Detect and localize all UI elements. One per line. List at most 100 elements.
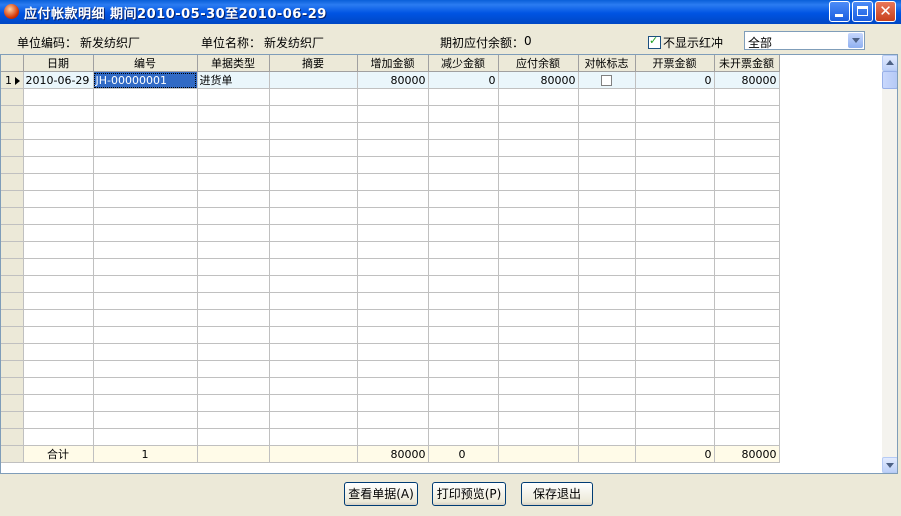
empty-cell[interactable] [635, 394, 715, 412]
empty-cell[interactable] [197, 292, 270, 310]
empty-cell[interactable] [357, 394, 429, 412]
empty-cell[interactable] [197, 156, 270, 174]
row-indicator[interactable] [1, 156, 24, 174]
empty-cell[interactable] [635, 377, 715, 395]
empty-cell[interactable] [428, 258, 499, 276]
empty-cell[interactable] [635, 292, 715, 310]
empty-cell[interactable] [93, 377, 198, 395]
row-indicator[interactable] [1, 275, 24, 293]
empty-cell[interactable] [635, 326, 715, 344]
empty-row[interactable] [1, 88, 780, 106]
empty-cell[interactable] [23, 156, 94, 174]
empty-cell[interactable] [23, 258, 94, 276]
empty-cell[interactable] [269, 105, 358, 123]
row-indicator[interactable] [1, 326, 24, 344]
cell-date[interactable]: 2010-06-29 [23, 71, 94, 89]
detail-grid[interactable]: 日期 编号 单据类型 摘要 增加金额 减少金额 应付余额 对帐标志 开票金额 未… [0, 54, 898, 474]
empty-cell[interactable] [578, 292, 636, 310]
empty-cell[interactable] [197, 411, 270, 429]
empty-cell[interactable] [635, 139, 715, 157]
empty-cell[interactable] [578, 258, 636, 276]
empty-cell[interactable] [428, 377, 499, 395]
empty-cell[interactable] [23, 122, 94, 140]
view-document-button[interactable]: 查看单据(A) [344, 482, 418, 506]
row-indicator[interactable] [1, 309, 24, 327]
empty-row[interactable] [1, 207, 780, 225]
empty-cell[interactable] [428, 122, 499, 140]
empty-cell[interactable] [578, 105, 636, 123]
empty-cell[interactable] [635, 275, 715, 293]
empty-cell[interactable] [269, 241, 358, 259]
empty-cell[interactable] [578, 411, 636, 429]
empty-cell[interactable] [357, 122, 429, 140]
empty-cell[interactable] [269, 343, 358, 361]
minimize-button[interactable] [829, 1, 850, 22]
empty-cell[interactable] [197, 326, 270, 344]
empty-cell[interactable] [578, 377, 636, 395]
empty-cell[interactable] [197, 190, 270, 208]
empty-cell[interactable] [197, 309, 270, 327]
empty-cell[interactable] [714, 377, 780, 395]
empty-cell[interactable] [714, 309, 780, 327]
empty-cell[interactable] [93, 88, 198, 106]
empty-cell[interactable] [93, 139, 198, 157]
empty-cell[interactable] [635, 309, 715, 327]
empty-cell[interactable] [197, 139, 270, 157]
empty-cell[interactable] [197, 224, 270, 242]
empty-row[interactable] [1, 173, 780, 191]
empty-cell[interactable] [635, 241, 715, 259]
empty-cell[interactable] [714, 122, 780, 140]
cell-doc-type[interactable]: 进货单 [197, 71, 270, 89]
empty-cell[interactable] [197, 377, 270, 395]
empty-cell[interactable] [197, 88, 270, 106]
empty-cell[interactable] [428, 411, 499, 429]
empty-cell[interactable] [93, 275, 198, 293]
empty-cell[interactable] [635, 190, 715, 208]
empty-cell[interactable] [498, 122, 579, 140]
empty-cell[interactable] [197, 105, 270, 123]
empty-cell[interactable] [578, 190, 636, 208]
empty-row[interactable] [1, 411, 780, 429]
empty-cell[interactable] [428, 173, 499, 191]
empty-cell[interactable] [23, 275, 94, 293]
empty-cell[interactable] [498, 411, 579, 429]
empty-cell[interactable] [714, 139, 780, 157]
empty-cell[interactable] [357, 190, 429, 208]
empty-cell[interactable] [93, 343, 198, 361]
empty-cell[interactable] [714, 173, 780, 191]
row-indicator[interactable] [1, 428, 24, 446]
empty-cell[interactable] [498, 394, 579, 412]
reconciled-checkbox[interactable] [601, 74, 612, 86]
cell-uninvoiced[interactable]: 80000 [714, 71, 780, 89]
empty-cell[interactable] [93, 411, 198, 429]
empty-cell[interactable] [635, 173, 715, 191]
empty-cell[interactable] [23, 292, 94, 310]
empty-cell[interactable] [269, 224, 358, 242]
cell-invoiced[interactable]: 0 [635, 71, 715, 89]
empty-cell[interactable] [269, 122, 358, 140]
empty-cell[interactable] [23, 207, 94, 225]
empty-cell[interactable] [498, 428, 579, 446]
empty-cell[interactable] [269, 428, 358, 446]
empty-cell[interactable] [635, 360, 715, 378]
empty-cell[interactable] [714, 224, 780, 242]
empty-cell[interactable] [498, 292, 579, 310]
empty-cell[interactable] [23, 360, 94, 378]
empty-row[interactable] [1, 360, 780, 378]
cell-reconciled[interactable] [578, 71, 636, 89]
empty-cell[interactable] [428, 326, 499, 344]
empty-row[interactable] [1, 258, 780, 276]
empty-cell[interactable] [357, 428, 429, 446]
empty-cell[interactable] [269, 326, 358, 344]
row-indicator[interactable] [1, 394, 24, 412]
empty-cell[interactable] [197, 207, 270, 225]
empty-cell[interactable] [714, 190, 780, 208]
empty-cell[interactable] [197, 241, 270, 259]
empty-row[interactable] [1, 139, 780, 157]
empty-cell[interactable] [93, 428, 198, 446]
empty-cell[interactable] [197, 258, 270, 276]
empty-cell[interactable] [269, 173, 358, 191]
empty-cell[interactable] [197, 428, 270, 446]
empty-cell[interactable] [578, 173, 636, 191]
empty-cell[interactable] [93, 241, 198, 259]
